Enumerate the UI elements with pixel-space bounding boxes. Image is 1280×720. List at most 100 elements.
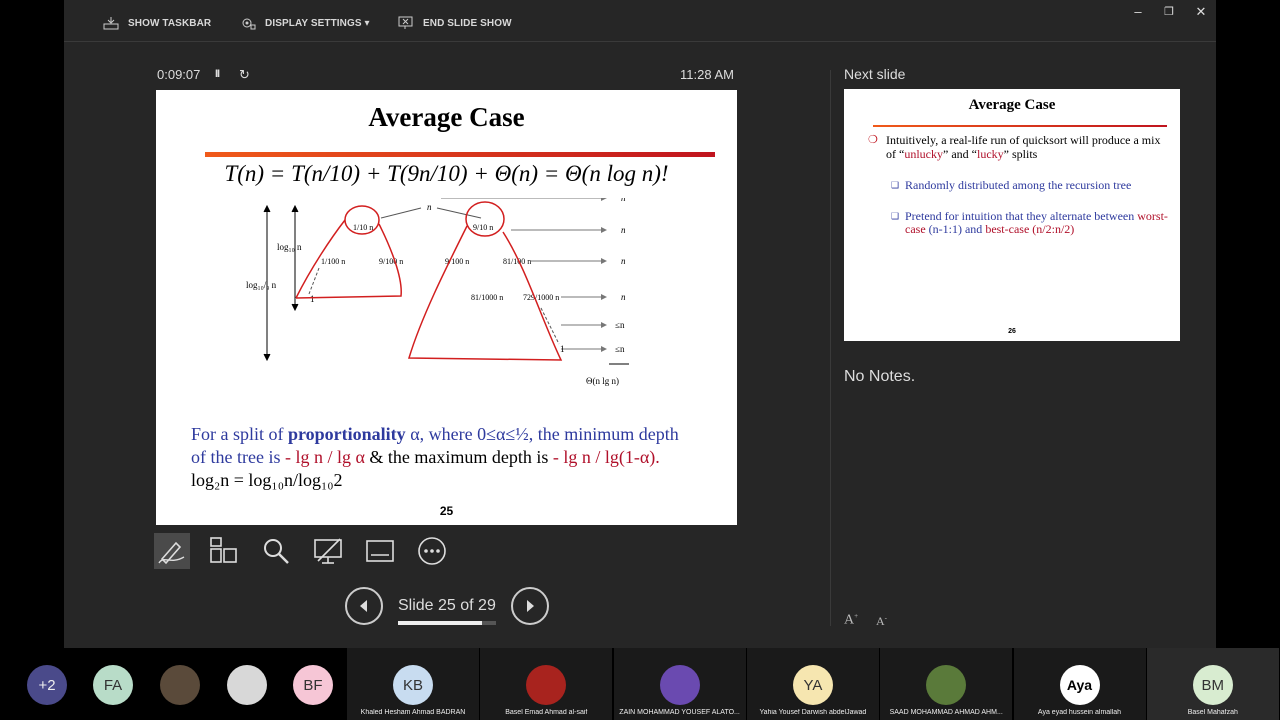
- see-all-slides-button[interactable]: [206, 533, 242, 569]
- participant-name: Basel Mahafzah: [1187, 709, 1238, 716]
- current-slide: Average Case T(n) = T(n/10) + T(9n/10) +…: [156, 90, 737, 525]
- participant-tile[interactable]: KB Khaled Hesham Ahmad BADRAN: [347, 648, 479, 720]
- row-total-le-2: ≤n: [615, 344, 625, 354]
- row-total-1: n: [621, 198, 626, 203]
- participant-avatar: KB: [393, 665, 433, 705]
- speaker-notes: No Notes.: [844, 368, 916, 385]
- display-settings-label: DISPLAY SETTINGS ▾: [265, 17, 370, 29]
- row-total-le-1: ≤n: [615, 320, 625, 330]
- node-81-1000: 81/1000 n: [471, 293, 503, 302]
- slide-page-number: 25: [439, 504, 454, 518]
- slide-progress-fill: [398, 621, 483, 625]
- end-slide-show-button[interactable]: END SLIDE SHOW: [398, 16, 512, 30]
- show-taskbar-button[interactable]: SHOW TASKBAR: [103, 16, 211, 30]
- participant-avatar[interactable]: BF: [293, 665, 333, 705]
- pen-icon: [158, 541, 185, 565]
- participant-avatar: [659, 665, 700, 705]
- participant-tile[interactable]: Aya Aya eyad hussein almallah: [1013, 648, 1146, 720]
- next-bullet-1: ❍ Intuitively, a real-life run of quicks…: [868, 133, 1161, 161]
- show-taskbar-label: SHOW TASKBAR: [128, 17, 212, 29]
- root-n-label: n: [427, 202, 432, 212]
- slide-counter: Slide 25 of 29: [398, 597, 496, 614]
- participant-name: SAAD MOHAMMAD AHMAD AHM...: [889, 709, 1003, 716]
- black-screen-button[interactable]: [310, 533, 346, 569]
- elapsed-timer: 0:09:07: [157, 67, 201, 82]
- display-settings-button[interactable]: DISPLAY SETTINGS ▾: [240, 16, 370, 30]
- participant-tile[interactable]: BM Basel Mahafzah: [1146, 648, 1279, 720]
- slide-title: Average Case: [368, 102, 525, 132]
- chevron-right-icon: [527, 600, 534, 612]
- next-sub-bullet-1: ❑ Randomly distributed among the recursi…: [891, 178, 1132, 192]
- participant-tile[interactable]: ZAIN MOHAMMAD YOUSEF ALATO...: [613, 648, 746, 720]
- next-slide-button[interactable]: [511, 587, 549, 625]
- participant-avatar[interactable]: [160, 665, 200, 705]
- previous-slide-button[interactable]: [345, 587, 383, 625]
- next-title-underline: [873, 125, 1167, 127]
- chevron-left-icon: [360, 600, 367, 612]
- circle-bullet-icon: ❍: [868, 134, 878, 146]
- more-options-button[interactable]: [414, 533, 450, 569]
- next-sub-bullet-2: ❑ Pretend for intuition that they altern…: [891, 209, 1168, 236]
- end-slide-show-label: END SLIDE SHOW: [423, 17, 512, 29]
- participant-avatar: BM: [1192, 665, 1233, 705]
- presenter-toolbar: SHOW TASKBAR DISPLAY SETTINGS ▾ END SLID…: [64, 0, 1216, 42]
- end-show-icon: [398, 16, 413, 29]
- increase-font-button[interactable]: A+: [844, 612, 858, 629]
- panel-divider[interactable]: [830, 70, 831, 626]
- decrease-font-button[interactable]: A-: [876, 614, 887, 629]
- participant-name: Aya eyad hussein almallah: [1037, 709, 1122, 716]
- participant-name: Basel Emad Ahmad al-saif: [505, 709, 588, 716]
- participant-avatar[interactable]: FA: [93, 665, 133, 705]
- magnifier-icon: [264, 539, 289, 564]
- node-9-100-a: 9/100 n: [379, 257, 403, 266]
- log109n-label: log₁₀/₉ n: [246, 280, 277, 290]
- participant-avatar: Aya: [1059, 665, 1100, 705]
- participant-avatar: YA: [792, 665, 833, 705]
- presenter-view: SHOW TASKBAR DISPLAY SETTINGS ▾ END SLID…: [64, 0, 1216, 648]
- participant-avatar: [526, 665, 567, 705]
- node-729-1000: 729/1000 n: [523, 293, 559, 302]
- title-underline: [205, 152, 715, 157]
- square-bullet-icon: ❑: [891, 211, 900, 221]
- next-slide-preview[interactable]: Average Case ❍ Intuitively, a real-life …: [844, 89, 1180, 341]
- next-slide-title: Average Case: [968, 97, 1056, 113]
- participant-tile[interactable]: YA Yahia Yousef Darwish abdelJawad: [746, 648, 879, 720]
- participant-name: Yahia Yousef Darwish abdelJawad: [759, 709, 867, 716]
- current-time: 11:28 AM: [680, 67, 734, 82]
- row-total-3: n: [621, 256, 626, 266]
- row-total-2: n: [621, 225, 626, 235]
- node-9-10: 9/10 n: [473, 223, 493, 232]
- participant-name: Khaled Hesham Ahmad BADRAN: [360, 709, 466, 716]
- minimize-button[interactable]: –: [1128, 4, 1148, 19]
- square-bullet-icon: ❑: [891, 180, 900, 190]
- zoom-button[interactable]: [258, 533, 294, 569]
- subtitles-button[interactable]: [362, 533, 398, 569]
- reset-timer-button[interactable]: ↻: [239, 67, 250, 83]
- participant-tile[interactable]: SAAD MOHAMMAD AHMAD AHM...: [880, 648, 1013, 720]
- next-slide-label: Next slide: [844, 66, 906, 82]
- grid-icon: [210, 537, 237, 563]
- pen-tool-button[interactable]: [154, 533, 190, 569]
- restore-button[interactable]: ❐: [1159, 5, 1179, 18]
- participant-avatar[interactable]: +2: [27, 665, 67, 705]
- close-button[interactable]: ✕: [1191, 4, 1211, 20]
- participant-avatar[interactable]: [227, 665, 267, 705]
- slide-progress-bar: [398, 621, 496, 625]
- recursion-tree-diagram: log₁₀/₉ n log₁₀ n n n n n n ≤n ≤n Θ(n lg…: [246, 198, 629, 386]
- participant-name: ZAIN MOHAMMAD YOUSEF ALATO...: [619, 709, 740, 716]
- proportionality-text: For a split of proportionality α, where …: [191, 424, 679, 490]
- screen-slash-icon: [314, 538, 342, 564]
- participants-strip: +2 FA BF KB Khaled Hesham Ahmad BADRAN Basel …: [0, 648, 1280, 720]
- node-1-10: 1/10 n: [353, 223, 373, 232]
- subtitles-icon: [366, 540, 394, 562]
- pause-timer-button[interactable]: II: [215, 68, 220, 80]
- display-settings-icon: [242, 18, 256, 30]
- leaf-one-right: 1: [560, 344, 565, 354]
- leaf-one-left: 1: [310, 294, 315, 304]
- taskbar-icon: [103, 17, 119, 30]
- row-total-4: n: [621, 292, 626, 302]
- log10n-label: log₁₀ n: [277, 242, 302, 252]
- participant-tile[interactable]: Basel Emad Ahmad al-saif: [480, 648, 613, 720]
- next-slide-page-number: 26: [1008, 328, 1016, 335]
- more-icon: [418, 537, 446, 565]
